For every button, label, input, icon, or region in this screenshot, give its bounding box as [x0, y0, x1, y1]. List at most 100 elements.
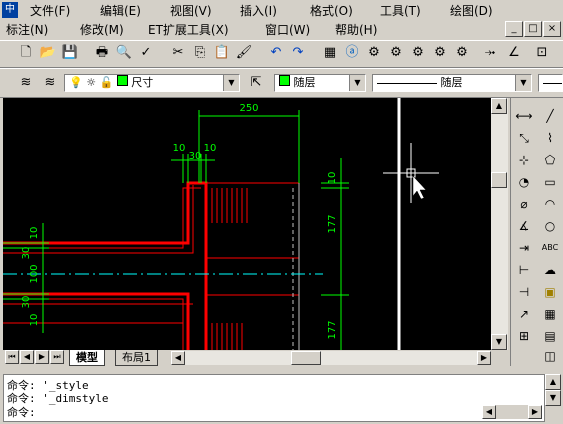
- zoom-window-icon[interactable]: ⊡: [532, 43, 552, 63]
- menu-dimension[interactable]: 标注(N): [6, 21, 48, 38]
- close-button[interactable]: ×: [543, 21, 561, 37]
- command-prompt[interactable]: 命令:: [7, 404, 36, 420]
- tab-layout1[interactable]: 布局1: [115, 350, 158, 366]
- scroll-thumb[interactable]: [491, 172, 507, 188]
- polygon-icon[interactable]: ⬠: [539, 150, 561, 170]
- chevron-down-icon[interactable]: ▼: [515, 75, 531, 91]
- make-current-layer-icon[interactable]: ⇱: [246, 73, 266, 93]
- scroll-right-icon[interactable]: ▶: [528, 405, 542, 419]
- scroll-down-icon[interactable]: ▼: [545, 390, 561, 406]
- circle-icon[interactable]: ○: [539, 216, 561, 236]
- first-tab-icon[interactable]: ⏮: [5, 350, 19, 364]
- layer-previous-icon[interactable]: ≋: [40, 73, 60, 93]
- scroll-down-icon[interactable]: ▼: [491, 334, 507, 350]
- undo-icon[interactable]: ↶: [266, 43, 286, 63]
- angle-icon[interactable]: ∠: [504, 43, 524, 63]
- distance-icon[interactable]: ⤞: [480, 43, 500, 63]
- menu-draw[interactable]: 绘图(D): [450, 2, 493, 19]
- drawing-horizontal-scrollbar[interactable]: ◀ ▶: [171, 351, 491, 365]
- arrow-cursor-icon: [412, 175, 427, 200]
- sheet-set-icon[interactable]: ⚙: [430, 43, 450, 63]
- block-icon[interactable]: ▣: [539, 282, 561, 302]
- menu-file[interactable]: 文件(F): [30, 2, 70, 19]
- menu-et-tools[interactable]: ET扩展工具(X): [148, 21, 229, 38]
- menu-window[interactable]: 窗口(W): [265, 21, 310, 38]
- command-hscroll[interactable]: ◀ ▶: [482, 405, 542, 419]
- dim-label-left-30b: 30: [21, 296, 32, 309]
- hyperlink-icon[interactable]: ⓐ: [342, 43, 362, 63]
- menu-help[interactable]: 帮助(H): [335, 21, 377, 38]
- linear-dim-icon[interactable]: ⟷: [513, 106, 535, 126]
- ordinate-dim-icon[interactable]: ⊹: [513, 150, 535, 170]
- h-scroll-thumb[interactable]: [291, 351, 321, 365]
- app-icon[interactable]: 中: [2, 2, 18, 18]
- lineweight-combo[interactable]: [538, 74, 563, 92]
- today-icon[interactable]: ⚙: [364, 43, 384, 63]
- linetype-preview: [377, 82, 437, 84]
- menu-bar: 中 文件(F) 编辑(E) 视图(V) 插入(I) 格式(O) 工具(T) 绘图…: [0, 0, 563, 40]
- line-icon[interactable]: ╱: [539, 106, 561, 126]
- linetype-combo[interactable]: 随层 ▼: [372, 74, 532, 92]
- last-tab-icon[interactable]: ⏭: [50, 350, 64, 364]
- rectangle-icon[interactable]: ▭: [539, 172, 561, 192]
- scroll-left-icon[interactable]: ◀: [482, 405, 496, 419]
- spellcheck-icon[interactable]: ✓: [136, 43, 156, 63]
- drawing-canvas[interactable]: 250 10 10 30 10 177 177 10 30 100 30 10: [3, 98, 491, 350]
- scroll-up-icon[interactable]: ▲: [545, 374, 561, 390]
- chevron-down-icon[interactable]: ▼: [349, 75, 365, 91]
- paste-icon[interactable]: 📋: [212, 43, 232, 63]
- menu-insert[interactable]: 插入(I): [240, 2, 277, 19]
- new-file-icon[interactable]: 🗋: [16, 43, 36, 63]
- dim-label-250: 250: [239, 103, 258, 114]
- minimize-button[interactable]: _: [505, 21, 523, 37]
- scroll-right-icon[interactable]: ▶: [477, 351, 491, 365]
- polyline-icon[interactable]: ⌇: [539, 128, 561, 148]
- color-combo[interactable]: 随层 ▼: [274, 74, 366, 92]
- cloud-icon[interactable]: ☁: [539, 260, 561, 280]
- match-properties-icon[interactable]: 🖌: [234, 43, 254, 63]
- markup-icon[interactable]: ⚙: [452, 43, 472, 63]
- layer-combo[interactable]: 💡 ☼ 🔓 尺寸 ▼: [64, 74, 240, 92]
- layer-manager-icon[interactable]: ≋: [16, 73, 36, 93]
- dim-label-left-10b: 10: [29, 314, 40, 327]
- print-preview-icon[interactable]: 🔍: [114, 43, 134, 63]
- scroll-up-icon[interactable]: ▲: [491, 98, 507, 114]
- region-icon[interactable]: ◫: [539, 346, 561, 366]
- menu-tools[interactable]: 工具(T): [380, 2, 421, 19]
- aligned-dim-icon[interactable]: ⤡: [513, 128, 535, 148]
- arc-icon[interactable]: ◠: [539, 194, 561, 214]
- diameter-dim-icon[interactable]: ⌀: [513, 194, 535, 214]
- restore-button[interactable]: □: [524, 21, 542, 37]
- save-icon[interactable]: 💾: [60, 43, 80, 63]
- menu-edit[interactable]: 编辑(E): [100, 2, 141, 19]
- menu-format[interactable]: 格式(O): [310, 2, 353, 19]
- properties-icon[interactable]: ⚙: [386, 43, 406, 63]
- scroll-left-icon[interactable]: ◀: [171, 351, 185, 365]
- cut-icon[interactable]: ✂: [168, 43, 188, 63]
- angular-dim-icon[interactable]: ∡: [513, 216, 535, 236]
- menu-view[interactable]: 视图(V): [170, 2, 212, 19]
- drawing-vertical-scrollbar[interactable]: ▲ ▼: [491, 98, 508, 350]
- radius-dim-icon[interactable]: ◔: [513, 172, 535, 192]
- next-tab-icon[interactable]: ▶: [35, 350, 49, 364]
- tolerance-icon[interactable]: ⊞: [513, 326, 535, 346]
- copy-icon[interactable]: ⎘: [190, 43, 210, 63]
- design-center-icon[interactable]: ▦: [320, 43, 340, 63]
- hatch-icon[interactable]: ▦: [539, 304, 561, 324]
- text-icon[interactable]: ABC: [539, 238, 561, 258]
- tool-palette-icon[interactable]: ⚙: [408, 43, 428, 63]
- gradient-icon[interactable]: ▤: [539, 326, 561, 346]
- prev-tab-icon[interactable]: ◀: [20, 350, 34, 364]
- baseline-dim-icon[interactable]: ⊢: [513, 260, 535, 280]
- open-file-icon[interactable]: 📂: [38, 43, 58, 63]
- chevron-down-icon[interactable]: ▼: [223, 75, 239, 91]
- tab-model[interactable]: 模型: [69, 350, 105, 366]
- command-vscroll[interactable]: ▲ ▼: [545, 374, 561, 422]
- linetype-value: 随层: [440, 76, 463, 89]
- quick-dim-icon[interactable]: ⇥: [513, 238, 535, 258]
- leader-icon[interactable]: ↗: [513, 304, 535, 324]
- redo-icon[interactable]: ↷: [288, 43, 308, 63]
- continue-dim-icon[interactable]: ⊣: [513, 282, 535, 302]
- print-icon[interactable]: 🖶: [92, 43, 112, 63]
- menu-modify[interactable]: 修改(M): [80, 21, 124, 38]
